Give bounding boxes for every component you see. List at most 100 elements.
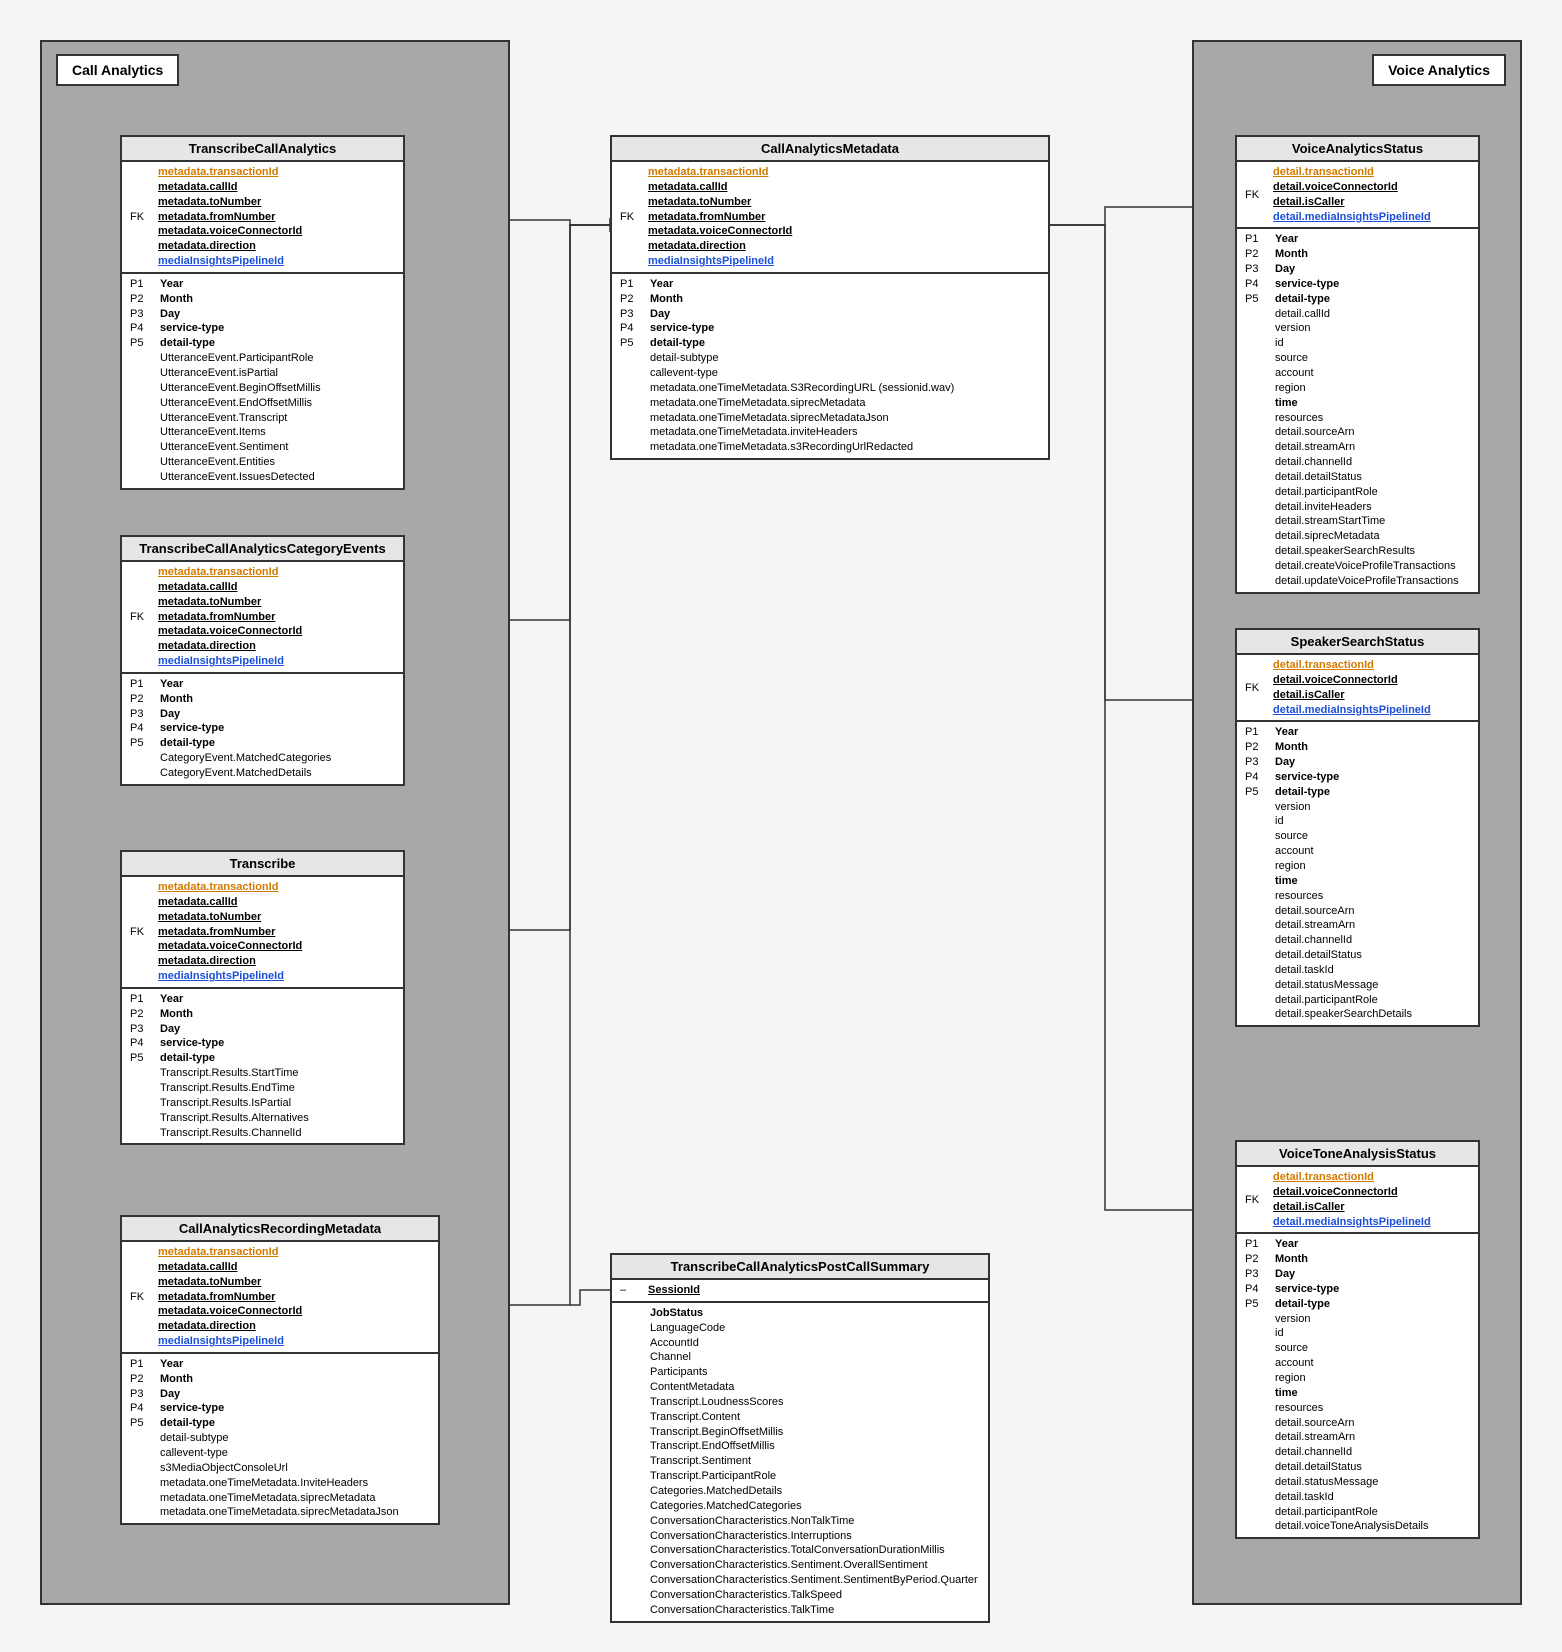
table-row: P3Day xyxy=(1237,755,1478,770)
row-key: P2 xyxy=(1241,247,1273,262)
table-row: Transcript.Results.IsPartial xyxy=(122,1096,403,1111)
entity-title: CallAnalyticsMetadata xyxy=(612,137,1048,162)
table-row: P1Year xyxy=(122,1357,438,1372)
table-row: metadata.oneTimeMetadata.siprecMetadataJ… xyxy=(122,1505,438,1520)
row-value: detail.streamArn xyxy=(1273,918,1474,933)
row-value: region xyxy=(1273,1371,1474,1386)
row-value: version xyxy=(1273,1312,1474,1327)
table-row: time xyxy=(1237,1386,1478,1401)
table-row: detail.taskId xyxy=(1237,963,1478,978)
voice-analytics-title: Voice Analytics xyxy=(1372,54,1506,86)
row-value: metadata.oneTimeMetadata.siprecMetadataJ… xyxy=(648,411,1044,426)
row-value: resources xyxy=(1273,411,1474,426)
entity-title: TranscribeCallAnalyticsCategoryEvents xyxy=(122,537,403,562)
entity-call-analytics-recording-metadata: CallAnalyticsRecordingMetadataFKmetadata… xyxy=(120,1215,440,1525)
row-value: Day xyxy=(158,707,399,722)
fk-field: metadata.toNumber xyxy=(158,910,399,925)
row-key: P4 xyxy=(616,321,648,336)
table-row: id xyxy=(1237,336,1478,351)
table-row: source xyxy=(1237,351,1478,366)
fk-field: detail.voiceConnectorId xyxy=(1273,180,1474,195)
row-value: detail.callId xyxy=(1273,307,1474,322)
row-value: Categories.MatchedCategories xyxy=(648,1499,984,1514)
table-row: P4service-type xyxy=(122,1401,438,1416)
row-value: detail.statusMessage xyxy=(1273,1475,1474,1490)
fk-field: metadata.voiceConnectorId xyxy=(158,224,399,239)
fk-field: mediaInsightsPipelineId xyxy=(158,654,399,669)
row-value: Month xyxy=(158,1372,434,1387)
table-row: P2Month xyxy=(1237,740,1478,755)
session-id-label: SessionId xyxy=(648,1283,984,1298)
table-row: P2Month xyxy=(122,1007,403,1022)
row-value: Transcript.Results.Alternatives xyxy=(158,1111,399,1126)
row-value: detail.speakerSearchResults xyxy=(1273,544,1474,559)
table-row: metadata.oneTimeMetadata.siprecMetadata xyxy=(612,396,1048,411)
table-row: P2Month xyxy=(1237,247,1478,262)
row-value: time xyxy=(1273,874,1474,889)
row-value: ConversationCharacteristics.TotalConvers… xyxy=(648,1543,984,1558)
row-value: ContentMetadata xyxy=(648,1380,984,1395)
row-value: Transcript.Results.ChannelId xyxy=(158,1126,399,1141)
table-row: UtteranceEvent.Sentiment xyxy=(122,440,403,455)
table-row: detail.sourceArn xyxy=(1237,904,1478,919)
table-row: detail.channelId xyxy=(1237,455,1478,470)
row-value: detail.sourceArn xyxy=(1273,904,1474,919)
row-value: detail.taskId xyxy=(1273,963,1474,978)
table-row: detail.participantRole xyxy=(1237,1505,1478,1520)
table-row: detail.detailStatus xyxy=(1237,948,1478,963)
fk-block: FKmetadata.transactionIdmetadata.callIdm… xyxy=(122,877,403,989)
row-value: Transcript.ParticipantRole xyxy=(648,1469,984,1484)
row-value: ConversationCharacteristics.NonTalkTime xyxy=(648,1514,984,1529)
fk-field: metadata.callId xyxy=(158,180,399,195)
row-value: Participants xyxy=(648,1365,984,1380)
table-row: Transcript.Results.StartTime xyxy=(122,1066,403,1081)
row-value: Transcript.Results.IsPartial xyxy=(158,1096,399,1111)
fk-field: metadata.fromNumber xyxy=(158,1290,434,1305)
table-row: time xyxy=(1237,874,1478,889)
row-key: P4 xyxy=(1241,277,1273,292)
row-value: detail.inviteHeaders xyxy=(1273,500,1474,515)
row-key: P2 xyxy=(126,292,158,307)
entity-title: Transcribe xyxy=(122,852,403,877)
table-row: version xyxy=(1237,1312,1478,1327)
row-value: detail.participantRole xyxy=(1273,1505,1474,1520)
entity-voice-analytics-status: VoiceAnalyticsStatusFKdetail.transaction… xyxy=(1235,135,1480,594)
row-value: callevent-type xyxy=(648,366,1044,381)
row-key: P4 xyxy=(126,321,158,336)
row-value: id xyxy=(1273,814,1474,829)
row-value: source xyxy=(1273,1341,1474,1356)
fk-field: detail.voiceConnectorId xyxy=(1273,1185,1474,1200)
row-value: version xyxy=(1273,800,1474,815)
table-row: ConversationCharacteristics.NonTalkTime xyxy=(612,1514,988,1529)
row-value: Month xyxy=(158,292,399,307)
row-key: P3 xyxy=(126,1022,158,1037)
row-value: detail-type xyxy=(1273,292,1474,307)
table-row: P3Day xyxy=(612,307,1048,322)
row-value: detail.channelId xyxy=(1273,933,1474,948)
fk-block: FKmetadata.transactionIdmetadata.callIdm… xyxy=(122,1242,438,1354)
table-row: UtteranceEvent.Items xyxy=(122,425,403,440)
row-key: P1 xyxy=(1241,232,1273,247)
table-row: P4service-type xyxy=(122,321,403,336)
table-row: detail.streamArn xyxy=(1237,1430,1478,1445)
row-value: detail.speakerSearchDetails xyxy=(1273,1007,1474,1022)
table-row: ConversationCharacteristics.Sentiment.Ov… xyxy=(612,1558,988,1573)
table-row: P1Year xyxy=(1237,232,1478,247)
table-row: P2Month xyxy=(1237,1252,1478,1267)
row-key: P2 xyxy=(126,1372,158,1387)
row-value: Day xyxy=(1273,755,1474,770)
table-row: detail.streamArn xyxy=(1237,918,1478,933)
table-row: Transcript.Content xyxy=(612,1410,988,1425)
row-value: UtteranceEvent.Items xyxy=(158,425,399,440)
table-row: P2Month xyxy=(122,292,403,307)
row-value: metadata.oneTimeMetadata.siprecMetadataJ… xyxy=(158,1505,434,1520)
row-value: Year xyxy=(158,992,399,1007)
table-row: CategoryEvent.MatchedCategories xyxy=(122,751,403,766)
row-value: detail-type xyxy=(158,736,399,751)
fk-field: metadata.transactionId xyxy=(158,1245,434,1260)
table-row: detail.channelId xyxy=(1237,933,1478,948)
row-key: P5 xyxy=(126,336,158,351)
table-row: Channel xyxy=(612,1350,988,1365)
row-value: Month xyxy=(648,292,1044,307)
fk-field: metadata.callId xyxy=(158,580,399,595)
